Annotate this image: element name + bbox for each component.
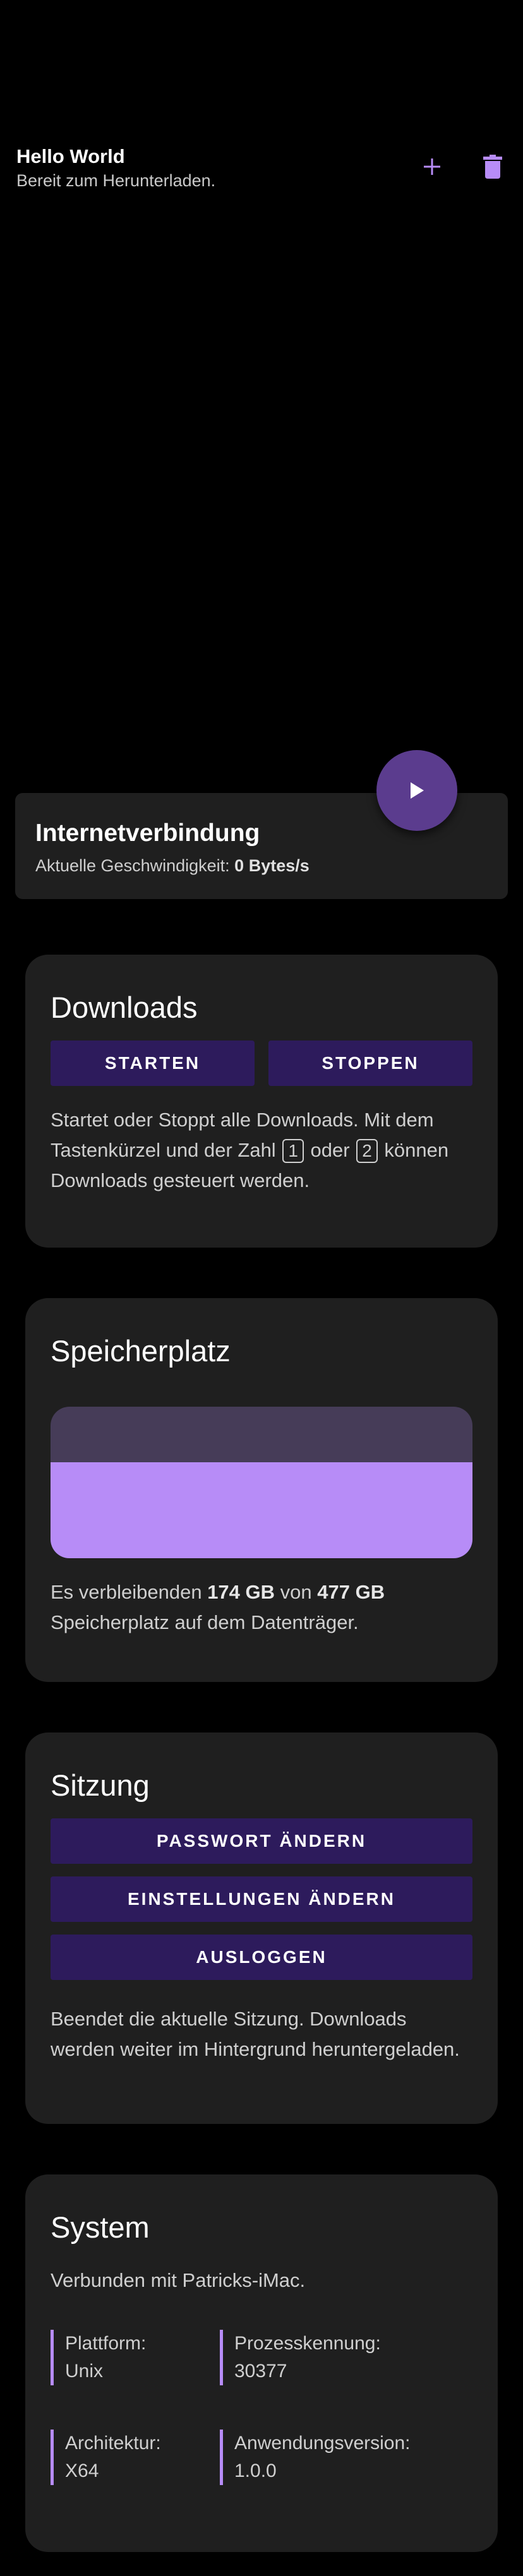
pid-value: 30377: [234, 2361, 287, 2382]
storage-desc-prefix: Es verbleibenden: [51, 1581, 202, 1603]
stop-button[interactable]: STOPPEN: [268, 1041, 472, 1086]
header-actions: [418, 153, 507, 181]
storage-desc-of: von: [280, 1581, 312, 1603]
storage-total: 477 GB: [317, 1581, 385, 1603]
play-icon: [411, 782, 424, 799]
app-header: Hello World Bereit zum Herunterladen.: [16, 144, 507, 194]
pid-label: Prozesskennung:: [234, 2333, 381, 2354]
storage-card: Speicherplatz Es verbleibenden 174 GB vo…: [25, 1298, 498, 1682]
delete-button[interactable]: [479, 153, 507, 181]
session-title: Sitzung: [51, 1768, 150, 1802]
session-card: Sitzung PASSWORT ÄNDERN EINSTELLUNGEN ÄN…: [25, 1732, 498, 2124]
architecture-value: X64: [65, 2460, 99, 2481]
plus-icon: [424, 158, 440, 175]
platform-value: Unix: [65, 2361, 104, 2382]
downloads-desc-or: oder: [310, 1139, 350, 1161]
app-page: Hello World Bereit zum Herunterladen. In…: [0, 0, 523, 2576]
change-password-button[interactable]: PASSWORT ÄNDERN: [51, 1818, 472, 1864]
pid-info: Prozesskennung: 30377: [220, 2330, 460, 2385]
architecture-info: Architektur: X64: [51, 2430, 220, 2485]
version-label: Anwendungsversion:: [234, 2433, 411, 2454]
key-2-badge: 2: [356, 1139, 378, 1163]
start-button[interactable]: STARTEN: [51, 1041, 255, 1086]
system-card: System Verbunden mit Patricks-iMac. Plat…: [25, 2174, 498, 2552]
key-1-badge: 1: [282, 1139, 304, 1163]
play-button[interactable]: [376, 750, 457, 831]
add-button[interactable]: [418, 153, 446, 181]
downloads-description: Startet oder Stoppt alle Downloads. Mit …: [51, 1105, 472, 1196]
downloads-button-row: STARTEN STOPPEN: [51, 1041, 472, 1086]
platform-label: Plattform:: [65, 2333, 147, 2354]
speed-value: 0 Bytes/s: [234, 856, 310, 875]
storage-title: Speicherplatz: [51, 1334, 231, 1368]
logout-button[interactable]: AUSLOGGEN: [51, 1935, 472, 1980]
downloads-title: Downloads: [51, 991, 198, 1024]
connection-speed: Aktuelle Geschwindigkeit: 0 Bytes/s: [35, 856, 488, 876]
storage-desc-suffix: Speicherplatz auf dem Datenträger.: [51, 1611, 359, 1633]
architecture-label: Architektur:: [65, 2433, 161, 2454]
session-buttons: PASSWORT ÄNDERN EINSTELLUNGEN ÄNDERN AUS…: [51, 1818, 472, 1980]
trash-icon: [483, 155, 502, 179]
system-info-grid: Plattform: Unix Prozesskennung: 30377 Ar…: [51, 2330, 472, 2485]
storage-bar: [51, 1407, 472, 1558]
storage-description: Es verbleibenden 174 GB von 477 GB Speic…: [51, 1577, 472, 1638]
downloads-card: Downloads STARTEN STOPPEN Startet oder S…: [25, 955, 498, 1248]
session-description: Beendet die aktuelle Sitzung. Downloads …: [51, 2008, 460, 2060]
storage-bar-fill: [51, 1462, 472, 1558]
change-settings-button[interactable]: EINSTELLUNGEN ÄNDERN: [51, 1876, 472, 1922]
version-value: 1.0.0: [234, 2460, 277, 2481]
system-connected-text: Verbunden mit Patricks-iMac.: [51, 2269, 306, 2291]
speed-label: Aktuelle Geschwindigkeit:: [35, 856, 230, 875]
version-info: Anwendungsversion: 1.0.0: [220, 2430, 460, 2485]
storage-free: 174 GB: [207, 1581, 275, 1603]
platform-info: Plattform: Unix: [51, 2330, 220, 2385]
system-title: System: [51, 2210, 150, 2244]
